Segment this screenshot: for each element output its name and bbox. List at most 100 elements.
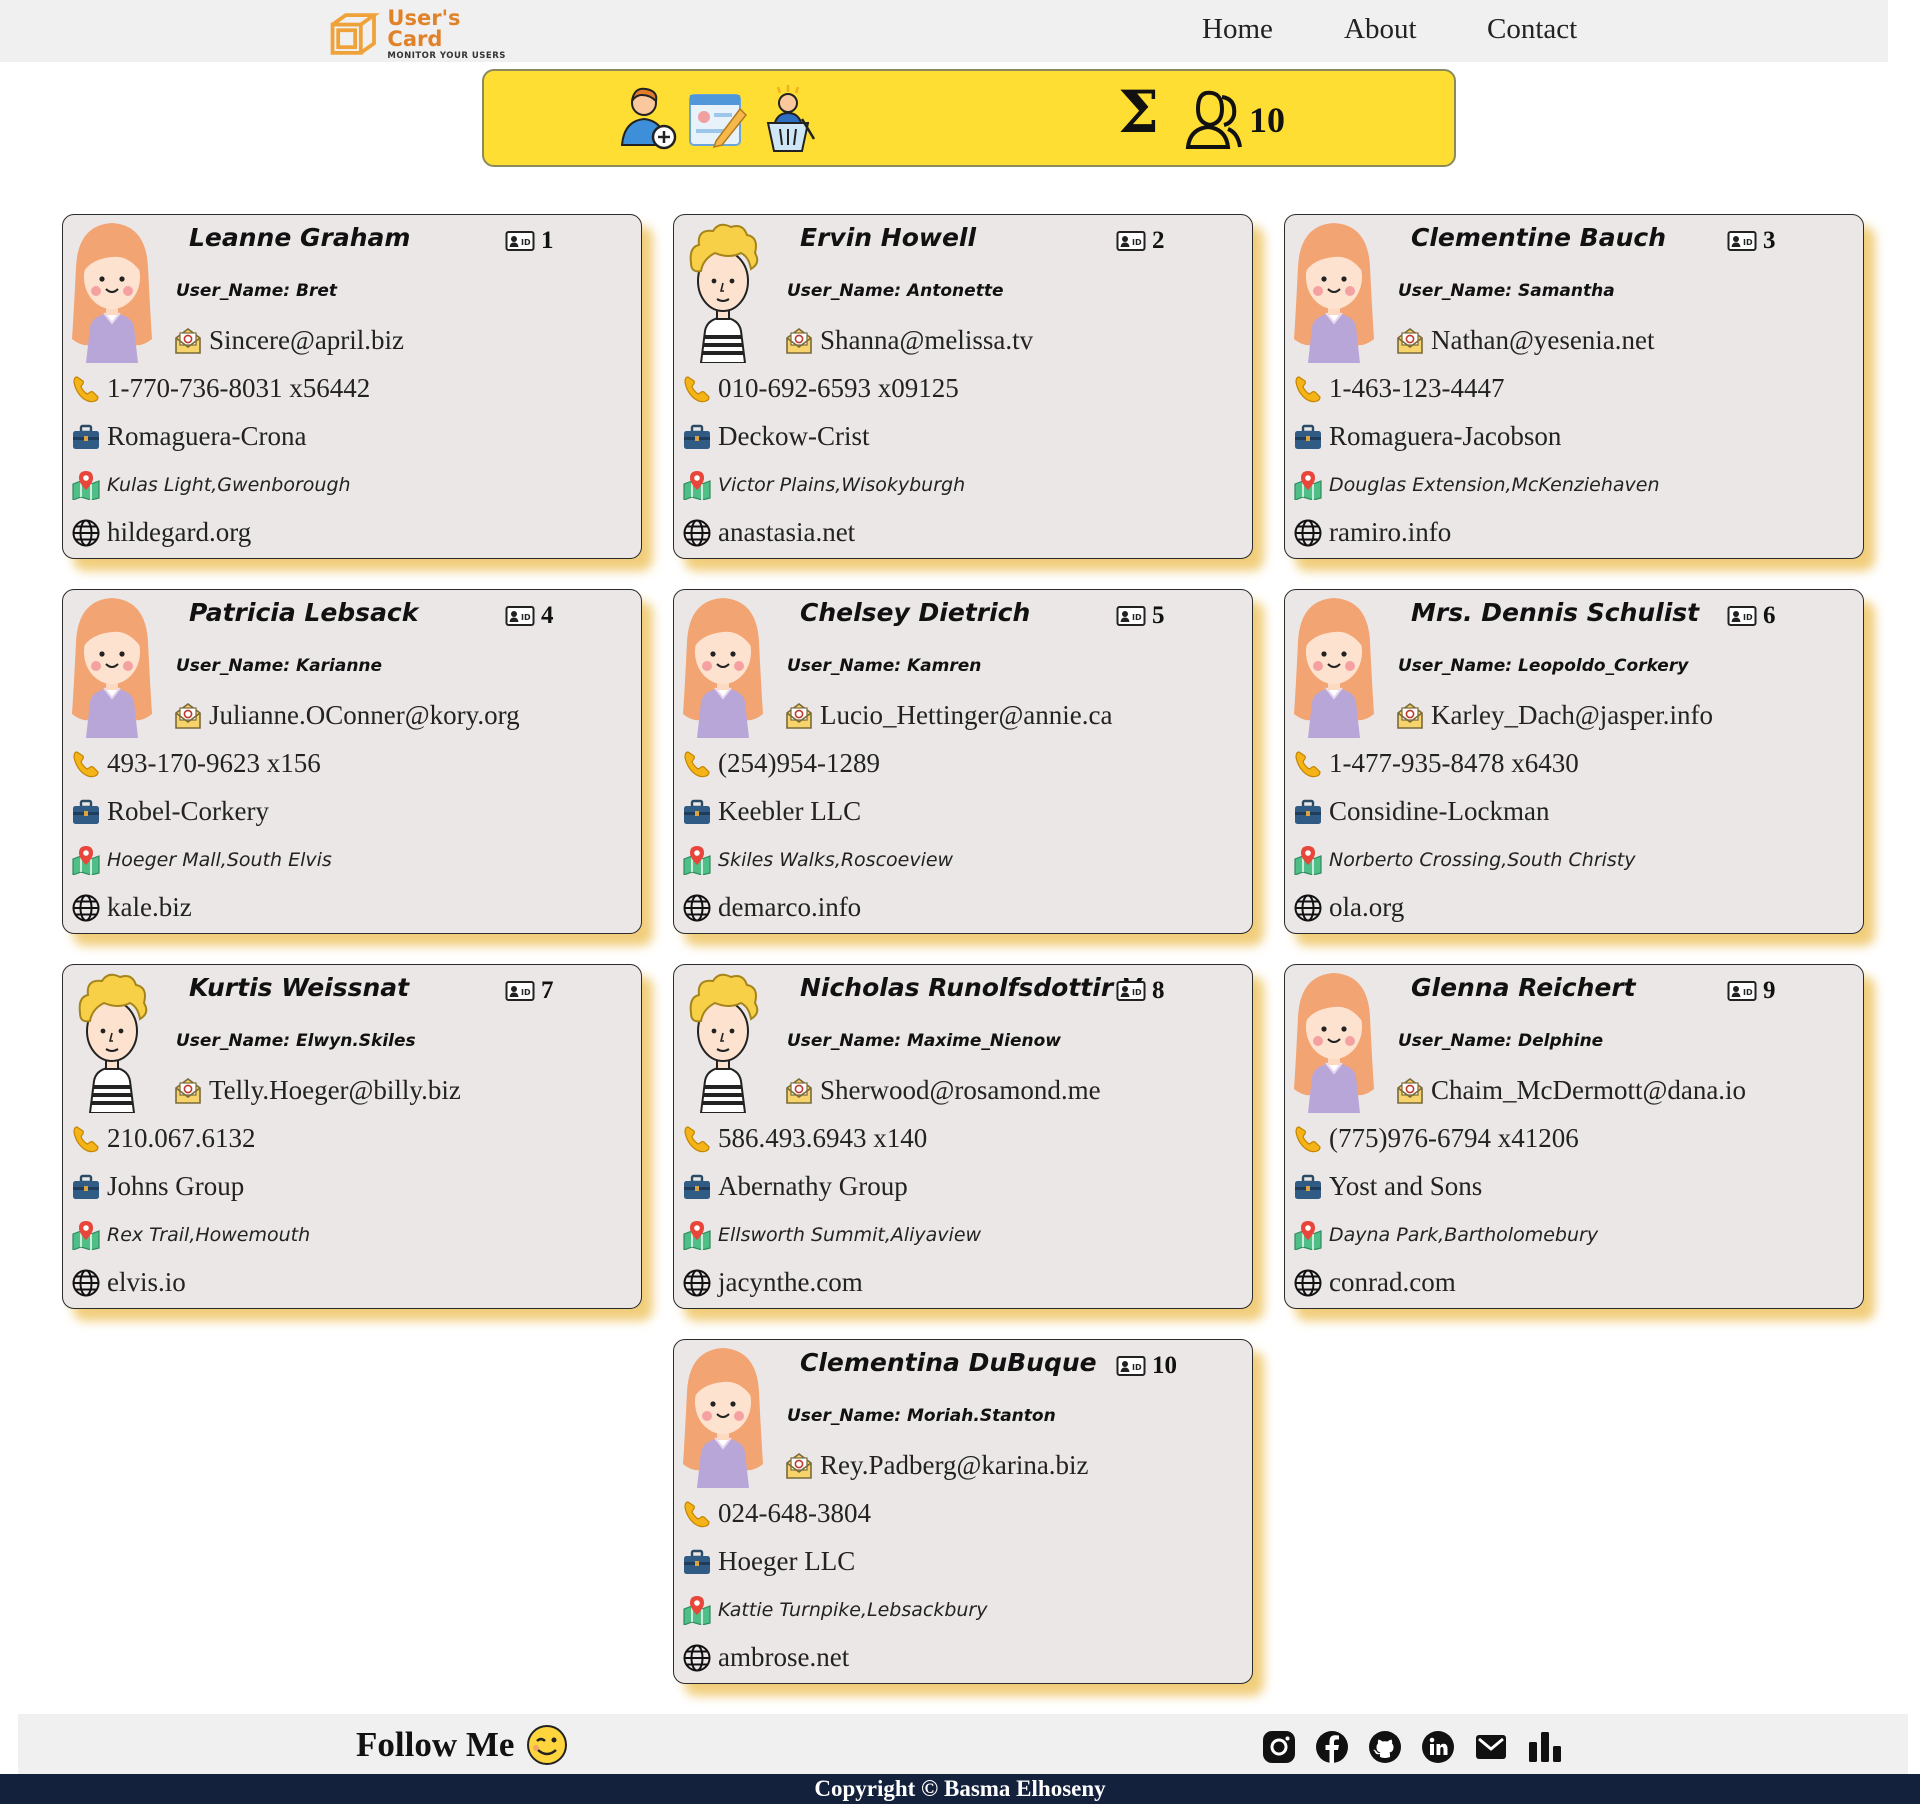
email-row: Karley_Dach@jasper.info [1395, 700, 1713, 731]
user-email[interactable]: Rey.Padberg@karina.biz [820, 1450, 1089, 1481]
nav-about-link[interactable]: About [1344, 13, 1417, 46]
sigma-symbol: Σ [1118, 78, 1160, 146]
user-id-badge: ID 9 [1727, 977, 1776, 1005]
company-row: Robel-Corkery [71, 796, 269, 827]
user-company: Keebler LLC [718, 796, 862, 826]
phone-row: (775)976-6794 x41206 [1293, 1123, 1579, 1154]
user-website[interactable]: kale.biz [107, 892, 192, 923]
user-card: Ervin Howell ID 2 User_Name: Antonette Shann… [673, 214, 1253, 559]
user-id-badge: ID 10 [1116, 1352, 1177, 1380]
company-row: Johns Group [71, 1171, 244, 1202]
address-row: Norberto Crossing,South Christy [1293, 845, 1636, 876]
user-full-name: Mrs. Dennis Schulist [1411, 598, 1700, 627]
user-website[interactable]: anastasia.net [718, 517, 855, 548]
user-website[interactable]: conrad.com [1329, 1267, 1456, 1298]
svg-text:ID: ID [1743, 988, 1753, 997]
facebook-icon[interactable] [1315, 1730, 1349, 1764]
user-id: 6 [1763, 602, 1776, 629]
user-address: Rex Trail,Howemouth [107, 1224, 311, 1246]
phone-row: 586.493.6943 x140 [682, 1123, 927, 1154]
user-company: Romaguera-Jacobson [1329, 421, 1562, 451]
svg-text:ID: ID [521, 613, 531, 622]
user-email[interactable]: Chaim_McDermott@dana.io [1431, 1075, 1746, 1106]
address-row: Kulas Light,Gwenborough [71, 470, 351, 501]
linkedin-icon[interactable] [1421, 1730, 1455, 1764]
user-id: 1 [541, 227, 554, 254]
delete-user-icon[interactable] [756, 83, 820, 153]
website-row: jacynthe.com [682, 1267, 863, 1298]
user-email[interactable]: Lucio_Hettinger@annie.ca [820, 700, 1113, 731]
user-email[interactable]: Julianne.OConner@kory.org [209, 700, 520, 731]
user-id-badge: ID 7 [505, 977, 554, 1005]
globe-icon [71, 893, 101, 923]
user-username: User_Name: Karianne [176, 656, 383, 676]
user-website[interactable]: ola.org [1329, 892, 1404, 923]
user-username: User_Name: Antonette [787, 281, 1004, 301]
user-website[interactable]: hildegard.org [107, 517, 251, 548]
globe-icon [682, 1643, 712, 1673]
user-phone: 1-770-736-8031 x56442 [107, 373, 371, 403]
email-icon [173, 326, 203, 356]
briefcase-icon [1293, 797, 1323, 827]
user-email[interactable]: Karley_Dach@jasper.info [1431, 700, 1713, 731]
email-icon [173, 701, 203, 731]
user-website[interactable]: ramiro.info [1329, 517, 1451, 548]
user-id: 7 [541, 977, 554, 1004]
user-email[interactable]: Shanna@melissa.tv [820, 325, 1033, 356]
nav-contact-link[interactable]: Contact [1487, 13, 1577, 46]
user-id-badge: ID 1 [505, 227, 554, 255]
user-card: Mrs. Dennis Schulist ID 6 User_Name: Leopol… [1284, 589, 1864, 934]
user-id-badge: ID 4 [505, 602, 554, 630]
company-row: Considine-Lockman [1293, 796, 1549, 827]
user-email[interactable]: Nathan@yesenia.net [1431, 325, 1655, 356]
company-row: Keebler LLC [682, 796, 861, 827]
user-phone: 1-463-123-4447 [1329, 373, 1505, 403]
user-id-badge: ID 6 [1727, 602, 1776, 630]
website-row: hildegard.org [71, 517, 251, 548]
website-row: ramiro.info [1293, 517, 1451, 548]
user-email[interactable]: Telly.Hoeger@billy.biz [209, 1075, 461, 1106]
user-full-name: Leanne Graham [189, 223, 411, 252]
globe-icon [682, 1268, 712, 1298]
user-username: User_Name: Leopoldo_Corkery [1398, 656, 1689, 676]
briefcase-icon [682, 422, 712, 452]
user-website[interactable]: demarco.info [718, 892, 861, 923]
nav-home-link[interactable]: Home [1202, 13, 1273, 46]
logo[interactable]: User's Card MONITOR YOUR USERS [325, 7, 515, 60]
logo-icon [330, 13, 380, 55]
address-row: Douglas Extension,McKenziehaven [1293, 470, 1660, 501]
user-email[interactable]: Sherwood@rosamond.me [820, 1075, 1101, 1106]
chart-icon[interactable] [1527, 1730, 1561, 1764]
user-email[interactable]: Sincere@april.biz [209, 325, 404, 356]
id-card-icon: ID [1116, 980, 1146, 1002]
email-row: Julianne.OConner@kory.org [173, 700, 520, 731]
user-id: 10 [1152, 1352, 1177, 1379]
user-website[interactable]: elvis.io [107, 1267, 186, 1298]
user-address: Douglas Extension,McKenziehaven [1329, 474, 1660, 496]
edit-user-icon[interactable] [686, 83, 750, 153]
map-pin-icon [1293, 845, 1323, 876]
male-avatar-icon [679, 969, 767, 1114]
user-website[interactable]: jacynthe.com [718, 1267, 863, 1298]
phone-icon [1293, 749, 1323, 779]
instagram-icon[interactable] [1262, 1730, 1296, 1764]
website-row: kale.biz [71, 892, 192, 923]
briefcase-icon [71, 797, 101, 827]
briefcase-icon [1293, 1172, 1323, 1202]
mail-icon[interactable] [1474, 1730, 1508, 1764]
briefcase-icon [1293, 422, 1323, 452]
email-row: Rey.Padberg@karina.biz [784, 1450, 1089, 1481]
add-user-icon[interactable] [616, 83, 680, 153]
svg-text:ID: ID [1743, 238, 1753, 247]
phone-icon [682, 1499, 712, 1529]
user-card: Kurtis Weissnat ID 7 User_Name: Elwyn.Skile… [62, 964, 642, 1309]
company-row: Hoeger LLC [682, 1546, 855, 1577]
user-website[interactable]: ambrose.net [718, 1642, 849, 1673]
phone-icon [71, 1124, 101, 1154]
user-phone: 493-170-9623 x156 [107, 748, 321, 778]
female-avatar-icon [68, 594, 156, 738]
briefcase-icon [682, 1172, 712, 1202]
address-row: Victor Plains,Wisokyburgh [682, 470, 965, 501]
github-icon[interactable] [1368, 1730, 1402, 1764]
phone-icon [71, 749, 101, 779]
